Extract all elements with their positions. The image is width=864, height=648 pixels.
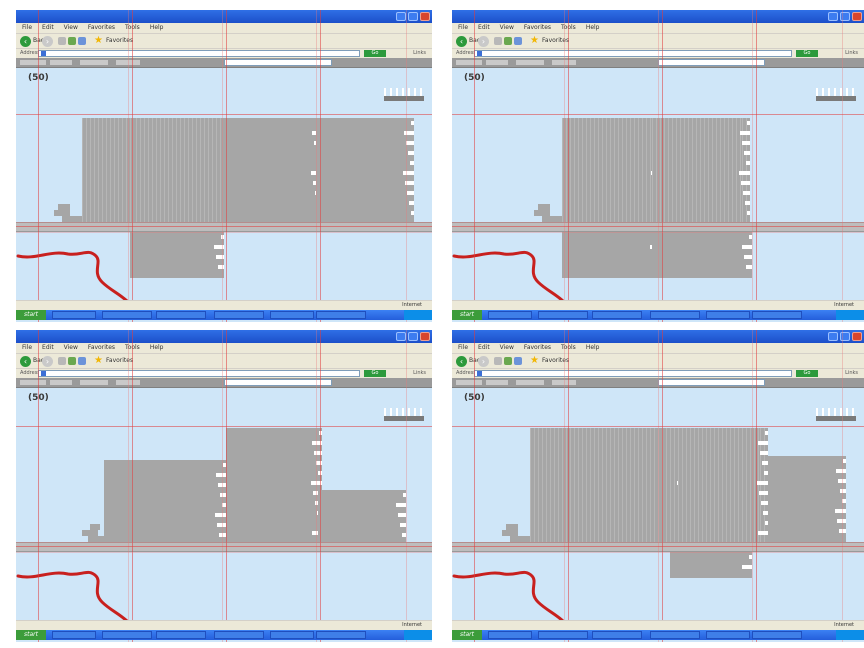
grid-line-vertical (564, 10, 565, 322)
status-zone: Internet (402, 622, 422, 628)
grid-line-vertical (38, 10, 39, 322)
taskbar-window-button[interactable] (156, 311, 206, 319)
grid-line-horizontal (452, 552, 864, 553)
grid-line-horizontal (452, 226, 864, 227)
taskbar-window-button[interactable] (538, 311, 588, 319)
taskbar-window-button[interactable] (214, 631, 264, 639)
taskbar-window-button[interactable] (270, 631, 314, 639)
taskbar-window-button[interactable] (650, 311, 700, 319)
taskbar-window-button[interactable] (488, 311, 532, 319)
taskbar-window-button[interactable] (214, 311, 264, 319)
grid-line-horizontal (452, 542, 864, 543)
taskbar-window-button[interactable] (752, 631, 802, 639)
route-path (16, 570, 130, 624)
grid-line-vertical (226, 330, 227, 642)
taskbar-window-button[interactable] (752, 311, 802, 319)
start-button[interactable]: start (452, 630, 482, 640)
route-line-icon (16, 570, 130, 624)
grid-line-vertical (842, 10, 843, 322)
route-line-icon (16, 250, 130, 304)
system-tray (404, 310, 432, 320)
grid-line-vertical (474, 10, 475, 322)
grid-line-horizontal (16, 226, 432, 227)
grid-line-vertical (658, 330, 659, 642)
grid-line-vertical (658, 10, 659, 322)
taskbar-window-button[interactable] (706, 311, 750, 319)
grid-line-vertical (662, 10, 663, 322)
browser-window-screenshot: FileEditViewFavoritesToolsHelp‹Back›★Fav… (452, 330, 864, 642)
route-path (16, 250, 130, 304)
grid-line-vertical (662, 330, 663, 642)
windows-taskbar: start (16, 630, 432, 640)
taskbar-window-button[interactable] (592, 631, 642, 639)
grid-line-vertical (222, 330, 223, 642)
start-button[interactable]: start (452, 310, 482, 320)
grid-line-horizontal (16, 546, 432, 547)
grid-line-vertical (316, 10, 317, 322)
status-zone: Internet (834, 302, 854, 308)
grid-line-horizontal (16, 232, 432, 233)
grid-line-vertical (132, 10, 133, 322)
taskbar-window-button[interactable] (52, 311, 96, 319)
system-tray (404, 630, 432, 640)
taskbar-window-button[interactable] (650, 631, 700, 639)
grid-line-vertical (756, 10, 757, 322)
grid-line-vertical (316, 330, 317, 642)
browser-window-screenshot: FileEditViewFavoritesToolsHelp‹Back›★Fav… (452, 10, 864, 322)
system-tray (836, 310, 864, 320)
taskbar-window-button[interactable] (102, 311, 152, 319)
start-button[interactable]: start (16, 310, 46, 320)
grid-line-vertical (406, 10, 407, 322)
taskbar-window-button[interactable] (592, 311, 642, 319)
grid-line-vertical (320, 10, 321, 322)
taskbar-window-button[interactable] (488, 631, 532, 639)
taskbar-window-button[interactable] (102, 631, 152, 639)
browser-window-screenshot: FileEditViewFavoritesToolsHelp‹Back›★Fav… (16, 10, 432, 322)
browser-window-screenshot: FileEditViewFavoritesToolsHelp‹Back›★Fav… (16, 330, 432, 642)
grid-line-horizontal (452, 114, 864, 115)
grid-line-vertical (752, 10, 753, 322)
grid-line-horizontal (452, 546, 864, 547)
grid-line-vertical (752, 330, 753, 642)
windows-taskbar: start (16, 310, 432, 320)
grid-line-vertical (320, 330, 321, 642)
grid-line-horizontal (452, 232, 864, 233)
grid-line-vertical (406, 330, 407, 642)
grid-line-horizontal (16, 552, 432, 553)
grid-line-horizontal (16, 114, 432, 115)
route-path (452, 250, 566, 304)
grid-line-horizontal (16, 426, 432, 427)
grid-line-vertical (38, 330, 39, 642)
grid-line-vertical (568, 330, 569, 642)
grid-line-horizontal (16, 222, 432, 223)
status-zone: Internet (834, 622, 854, 628)
grid-line-vertical (226, 10, 227, 322)
grid-line-vertical (128, 330, 129, 642)
grid-line-horizontal (16, 542, 432, 543)
windows-taskbar: start (452, 630, 864, 640)
taskbar-window-button[interactable] (270, 311, 314, 319)
grid-line-vertical (132, 330, 133, 642)
windows-taskbar: start (452, 310, 864, 320)
grid-line-horizontal (452, 222, 864, 223)
grid-line-vertical (474, 330, 475, 642)
grid-line-vertical (842, 330, 843, 642)
grid-line-vertical (564, 330, 565, 642)
grid-line-vertical (128, 10, 129, 322)
taskbar-window-button[interactable] (538, 631, 588, 639)
taskbar-window-button[interactable] (706, 631, 750, 639)
grid-line-vertical (222, 10, 223, 322)
taskbar-window-button[interactable] (156, 631, 206, 639)
grid-line-horizontal (452, 426, 864, 427)
taskbar-window-button[interactable] (52, 631, 96, 639)
taskbar-window-button[interactable] (316, 631, 366, 639)
grid-line-vertical (756, 330, 757, 642)
start-button[interactable]: start (16, 630, 46, 640)
grid-line-vertical (568, 10, 569, 322)
system-tray (836, 630, 864, 640)
status-zone: Internet (402, 302, 422, 308)
taskbar-window-button[interactable] (316, 311, 366, 319)
route-path (452, 570, 566, 624)
